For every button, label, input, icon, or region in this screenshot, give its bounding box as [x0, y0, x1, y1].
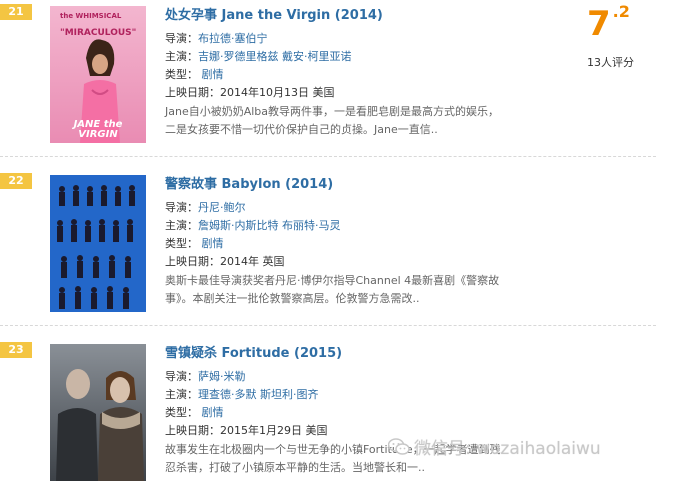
poster-image[interactable]: the WHIMSICAL "MIRACULOUS" JANE the VIRG…: [50, 6, 146, 143]
genre-link[interactable]: 剧情: [202, 68, 224, 81]
title-link[interactable]: 警察故事 Babylon (2014): [165, 173, 333, 192]
list-item: 22 警察故事 Babylon (2014) 导演：丹尼·鲍尔 主演：詹姆斯·内…: [0, 169, 679, 321]
vote-count: 13人评分: [587, 56, 634, 69]
description: Jane自小被奶奶Alba教导两件事，一是看肥皂剧是最高方式的娱乐，二是女孩要不…: [165, 105, 500, 136]
poster-text-3: JANE the VIRGIN: [73, 119, 123, 140]
cast-link[interactable]: 布丽特·马灵: [282, 219, 341, 232]
cast-link[interactable]: 斯坦利·图齐: [260, 388, 319, 401]
genre-row: 类型： 剧情: [165, 237, 224, 250]
release-row: 上映日期：2014年 英国: [165, 255, 285, 268]
rating-integer: 7: [587, 4, 611, 44]
wechat-watermark: 微信号: wozaihaolaiwu: [387, 434, 601, 461]
rank-badge: 21: [0, 4, 32, 20]
director-row: 导演：丹尼·鲍尔: [165, 201, 246, 214]
director-link[interactable]: 布拉德·塞伯宁: [198, 32, 268, 45]
description: 奥斯卡最佳导演获奖者丹尼·博伊尔指导Channel 4最新喜剧《警察故事》。本剧…: [165, 274, 500, 305]
divider: [0, 156, 656, 157]
rank-badge: 23: [0, 342, 32, 358]
poster-image[interactable]: [50, 344, 146, 481]
list-item: 21 the WHIMSICAL "MIRACULOUS" JANE the V…: [0, 0, 679, 152]
title-link[interactable]: 雪镇疑杀 Fortitude (2015): [165, 342, 342, 361]
rank-badge: 22: [0, 173, 32, 189]
director-link[interactable]: 萨姆·米勒: [198, 370, 246, 383]
release-row: 上映日期：2015年1月29日 美国: [165, 424, 328, 437]
cast-link[interactable]: 理查德·多默: [198, 388, 257, 401]
director-row: 导演：萨姆·米勒: [165, 370, 246, 383]
divider: [0, 325, 656, 326]
list-item: 23 雪镇疑杀 Fortitude (2015) 导演：萨姆·米勒 主演：理查德…: [0, 338, 679, 490]
title-link[interactable]: 处女孕事 Jane the Virgin (2014): [165, 4, 383, 23]
cast-link[interactable]: 吉娜·罗德里格兹: [198, 50, 279, 63]
genre-link[interactable]: 剧情: [202, 406, 224, 419]
director-row: 导演：布拉德·塞伯宁: [165, 32, 268, 45]
release-row: 上映日期：2014年10月13日 美国: [165, 86, 335, 99]
poster-text-2: "MIRACULOUS": [60, 28, 137, 38]
cast-link[interactable]: 詹姆斯·内斯比特: [198, 219, 279, 232]
cast-row: 主演：詹姆斯·内斯比特 布丽特·马灵: [165, 219, 341, 232]
director-link[interactable]: 丹尼·鲍尔: [198, 201, 246, 214]
wechat-icon: [387, 437, 410, 461]
genre-row: 类型： 剧情: [165, 406, 224, 419]
release-date: 2014年10月13日 美国: [220, 86, 335, 99]
rating-score: 7.2: [587, 2, 630, 44]
watermark-text: 微信号: wozaihaolaiwu: [414, 439, 601, 459]
poster-text-1: the WHIMSICAL: [60, 12, 122, 20]
rating-decimal: .2: [612, 2, 630, 21]
release-date: 2014年 英国: [220, 255, 285, 268]
cast-row: 主演：理查德·多默 斯坦利·图齐: [165, 388, 319, 401]
genre-link[interactable]: 剧情: [202, 237, 224, 250]
genre-row: 类型： 剧情: [165, 68, 224, 81]
cast-link[interactable]: 戴安·柯里亚诺: [282, 50, 352, 63]
release-date: 2015年1月29日 美国: [220, 424, 328, 437]
cast-row: 主演：吉娜·罗德里格兹 戴安·柯里亚诺: [165, 50, 352, 63]
poster-image[interactable]: [50, 175, 146, 312]
